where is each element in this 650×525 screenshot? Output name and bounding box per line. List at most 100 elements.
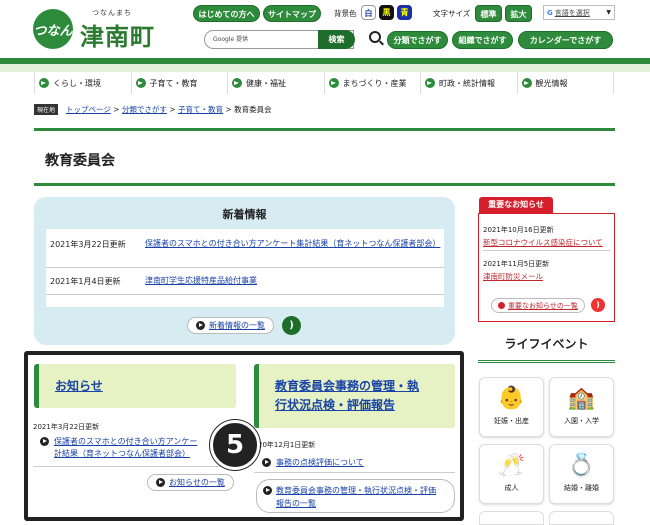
important-date: 2021年11月5日更新: [483, 260, 550, 268]
toast-icon: 🥂: [497, 453, 526, 478]
breadcrumb-separator: >: [225, 105, 232, 114]
important-list-button[interactable]: 重要なお知らせの一覧: [491, 298, 585, 313]
search-by-org-button[interactable]: 組織でさがす: [452, 31, 513, 49]
notices-link[interactable]: 保護者のスマホとの付き合い方アンケー 計結果（育ネットつなん保護者部会）: [54, 436, 197, 460]
nav-item-living[interactable]: くらし・環境: [35, 72, 132, 94]
evaluation-heading[interactable]: 教育委員会事務の管理・執 行状況点検・評価報告: [254, 364, 455, 428]
arrow-icon: [498, 302, 505, 309]
news-list-button[interactable]: 新着情報の一覧: [187, 317, 274, 334]
important-link[interactable]: 新型コロナウイルス感染症について: [483, 237, 603, 248]
arrow-icon: [262, 458, 271, 467]
search-icon: [369, 31, 381, 43]
notices-item[interactable]: 保護者のスマホとの付き合い方アンケー 計結果（育ネットつなん保護者部会）: [40, 436, 236, 460]
evaluation-date: 20年12月1日更新: [258, 441, 316, 449]
search-by-calendar-button[interactable]: カレンダーでさがす: [518, 31, 613, 49]
news-link[interactable]: 津南町学生応援特産品給付事業: [145, 274, 440, 287]
bg-black-button[interactable]: 黒: [379, 5, 394, 20]
nav-item-admin[interactable]: 町政・統計情報: [421, 72, 518, 94]
rss-icon[interactable]: ): [591, 298, 605, 312]
breadcrumb-childcare-link[interactable]: 子育て・教育: [178, 105, 223, 114]
news-link[interactable]: 保護者のスマホとの付き合い方アンケート集計結果（育ネットつなん保護者部会）: [145, 237, 440, 250]
arrow-icon: [156, 478, 165, 487]
life-event-school[interactable]: 🏫 入園・入学: [549, 377, 614, 437]
breadcrumb-label: 現在地: [34, 104, 59, 115]
notices-heading[interactable]: お知らせ: [34, 364, 236, 408]
nav-item-label: 子育て・教育: [149, 78, 198, 88]
divider: [483, 250, 610, 251]
arrow-icon: [328, 78, 339, 88]
search-button[interactable]: 検索: [318, 30, 355, 49]
divider: [33, 466, 235, 467]
dropdown-arrow-icon: ▼: [606, 9, 611, 16]
town-name-logo[interactable]: 津南町: [80, 17, 155, 52]
search-by-category-button[interactable]: 分類でさがす: [387, 31, 448, 49]
important-list-label: 重要なお知らせの一覧: [508, 301, 578, 310]
nav-item-label: 健康・福祉: [246, 78, 286, 88]
important-link[interactable]: 津南町防災メール: [483, 271, 543, 282]
arrow-icon: [196, 321, 205, 330]
life-event-marriage[interactable]: 💍 結婚・離婚: [549, 444, 614, 504]
google-g-icon: G: [547, 8, 553, 17]
breadcrumb-separator: >: [113, 105, 120, 114]
divider: [34, 183, 615, 186]
bg-blue-button[interactable]: 青: [397, 5, 412, 20]
evaluation-item[interactable]: 事務の点検評価について: [262, 457, 364, 468]
divider: [254, 472, 455, 473]
life-event-card[interactable]: [549, 511, 614, 525]
nav-item-health[interactable]: 健康・福祉: [228, 72, 325, 94]
notices-list-label: お知らせの一覧: [169, 478, 225, 487]
arrow-icon: [425, 78, 435, 88]
arrow-icon: [232, 78, 242, 88]
arrow-icon: [40, 437, 49, 446]
important-title: 重要なお知らせ: [479, 197, 553, 213]
arrow-icon: [521, 78, 532, 88]
news-title: 新着情報: [222, 208, 267, 221]
nav-item-label: まちづくり・産業: [342, 78, 407, 88]
breadcrumb-separator: >: [169, 105, 176, 114]
evaluation-link[interactable]: 事務の点検評価について: [276, 457, 364, 468]
life-event-adult[interactable]: 🥂 成人: [479, 444, 544, 504]
page-title: 教育委員会: [45, 153, 115, 169]
life-event-label: 妊娠・出産: [494, 417, 529, 425]
breadcrumb: トップページ > 分類でさがす > 子育て・教育 > 教育委員会: [66, 104, 272, 115]
life-event-label: 成人: [504, 484, 519, 492]
arrow-icon: [39, 78, 49, 88]
breadcrumb-category-link[interactable]: 分類でさがす: [122, 105, 167, 114]
breadcrumb-current: 教育委員会: [234, 105, 272, 114]
nav-item-town[interactable]: まちづくり・産業: [325, 72, 421, 94]
nav-item-childcare[interactable]: 子育て・教育: [132, 72, 228, 94]
important-panel: 2021年10月16日更新 新型コロナウイルス感染症について 2021年11月5…: [478, 213, 615, 322]
sitemap-button[interactable]: サイトマップ: [263, 5, 321, 22]
breadcrumb-top-link[interactable]: トップページ: [66, 105, 111, 114]
evaluation-list-label: 教育委員会事務の管理・執行状況点検・評価 報告の一覧: [276, 486, 436, 508]
step-number-badge: 5: [210, 420, 260, 470]
nav-item-tourism[interactable]: 観光情報: [518, 72, 614, 94]
life-event-label: 結婚・離婚: [564, 484, 599, 492]
nav-item-label: 観光情報: [535, 78, 568, 88]
rss-icon[interactable]: ): [282, 316, 301, 335]
news-item: 2021年1月4日更新 津南町学生応援特産品給付事業: [46, 268, 444, 295]
language-select[interactable]: G 言語を選択 ▼: [543, 5, 615, 20]
notices-date: 2021年3月22日更新: [33, 423, 100, 431]
life-event-pregnancy[interactable]: 👶 妊娠・出産: [479, 377, 544, 437]
arrow-icon: [263, 486, 272, 495]
school-icon: 🏫: [567, 386, 596, 411]
global-nav: くらし・環境 子育て・教育 健康・福祉 まちづくり・産業 町政・統計情報 観光情…: [34, 72, 614, 94]
nav-item-label: くらし・環境: [53, 78, 101, 88]
baby-icon: 👶: [497, 386, 526, 411]
language-select-label: 言語を選択: [554, 8, 590, 17]
news-date: 2021年3月22日更新: [50, 240, 126, 249]
news-date: 2021年1月4日更新: [50, 277, 121, 286]
first-visit-button[interactable]: はじめての方へ: [193, 5, 260, 22]
bg-color-label: 背景色: [334, 9, 357, 18]
font-large-button[interactable]: 拡大: [505, 5, 532, 22]
header-band-light: [0, 64, 650, 72]
town-logo-mark[interactable]: つなん: [33, 9, 73, 49]
important-date: 2021年10月16日更新: [483, 226, 554, 234]
notices-list-button[interactable]: お知らせの一覧: [147, 474, 234, 491]
life-event-card[interactable]: [479, 511, 544, 525]
bg-white-button[interactable]: 白: [361, 5, 376, 20]
news-list: 2021年3月22日更新 保護者のスマホとの付き合い方アンケート集計結果（育ネッ…: [46, 229, 444, 307]
font-standard-button[interactable]: 標準: [475, 5, 502, 22]
evaluation-list-button[interactable]: 教育委員会事務の管理・執行状況点検・評価 報告の一覧: [256, 479, 455, 513]
